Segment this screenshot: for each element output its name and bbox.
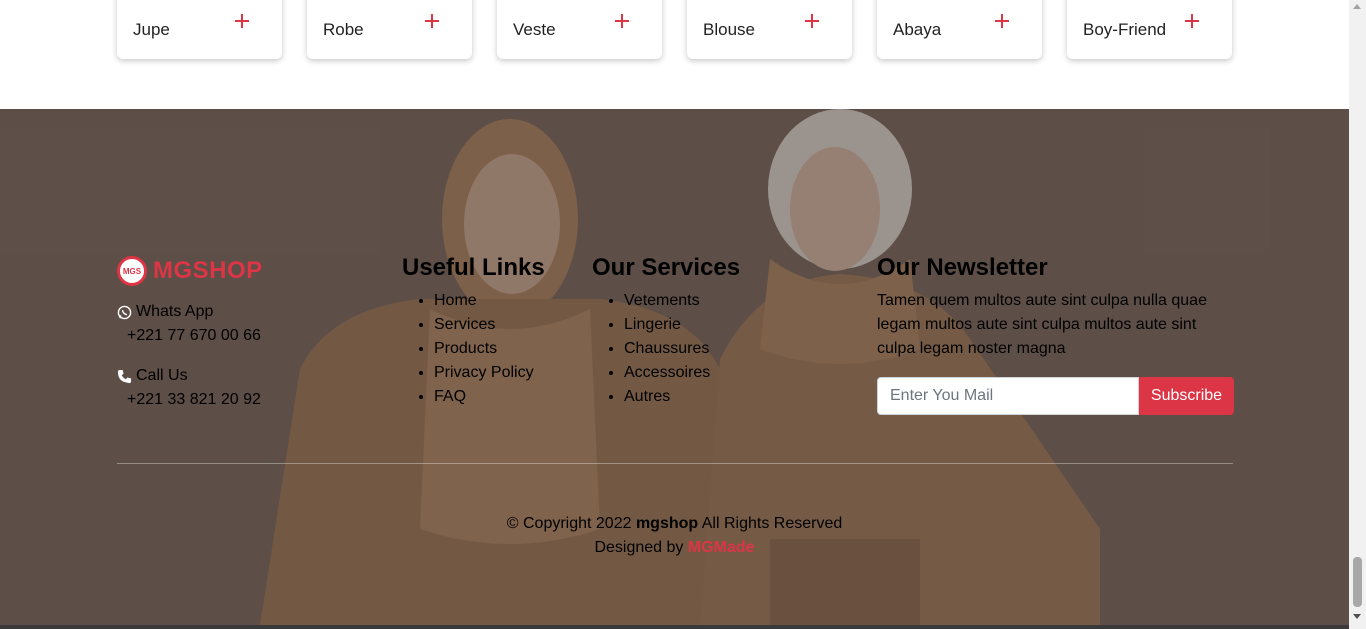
plus-icon[interactable]	[615, 14, 629, 28]
category-card-abaya[interactable]: Abaya	[877, 0, 1042, 59]
copyright-brand: mgshop	[635, 515, 699, 532]
whatsapp-icon	[117, 305, 132, 319]
category-card-robe[interactable]: Robe	[307, 0, 472, 59]
call-label: Call Us	[136, 367, 188, 384]
footer-divider	[117, 463, 1233, 464]
newsletter-form: Subscribe	[877, 377, 1234, 415]
vertical-scrollbar[interactable]	[1349, 0, 1366, 629]
our-services-title: Our Services	[592, 254, 741, 281]
plus-icon[interactable]	[805, 14, 819, 28]
copyright-suffix: All Rights Reserved	[701, 515, 843, 532]
category-label: Blouse	[703, 19, 755, 39]
category-card-blouse[interactable]: Blouse	[687, 0, 852, 59]
useful-links-title: Useful Links	[402, 254, 545, 281]
service-accessoires[interactable]: Accessoires	[624, 361, 710, 385]
logo-badge: MGS	[117, 256, 147, 286]
logo-brand: MGSHOP	[153, 257, 263, 284]
designed-by: Designed by MGMade	[0, 536, 1349, 560]
plus-icon[interactable]	[235, 14, 249, 28]
category-label: Jupe	[133, 19, 170, 39]
service-lingerie[interactable]: Lingerie	[624, 313, 710, 337]
category-label: Robe	[323, 19, 364, 39]
link-services[interactable]: Services	[434, 313, 534, 337]
category-card-boy-friend[interactable]: Boy-Friend	[1067, 0, 1232, 59]
copyright-prefix: © Copyright 2022	[506, 515, 632, 532]
category-section: Jupe Robe Veste Blouse Abaya Boy-Friend	[0, 0, 1349, 109]
service-vetements[interactable]: Vetements	[624, 289, 710, 313]
scrollbar-thumb[interactable]	[1353, 557, 1362, 607]
category-label: Veste	[513, 19, 556, 39]
whatsapp-contact: Whats App +221 77 670 00 66	[117, 300, 261, 348]
newsletter-title: Our Newsletter	[877, 254, 1048, 281]
designed-by-label: Designed by	[594, 539, 684, 556]
newsletter-text: Tamen quem multos aute sint culpa nulla …	[877, 292, 1207, 357]
plus-icon[interactable]	[995, 14, 1009, 28]
plus-icon[interactable]	[425, 14, 439, 28]
copyright: © Copyright 2022 mgshop All Rights Reser…	[0, 512, 1349, 536]
link-privacy-policy[interactable]: Privacy Policy	[434, 361, 534, 385]
designer-link[interactable]: MGMade	[688, 539, 755, 556]
service-autres[interactable]: Autres	[624, 385, 710, 409]
link-faq[interactable]: FAQ	[434, 385, 534, 409]
whatsapp-label: Whats App	[136, 303, 214, 320]
scroll-up-icon[interactable]	[1353, 4, 1361, 9]
scroll-down-icon[interactable]	[1353, 614, 1361, 619]
plus-icon[interactable]	[1185, 14, 1199, 28]
phone-icon	[117, 369, 132, 383]
service-chaussures[interactable]: Chaussures	[624, 337, 710, 361]
category-cards: Jupe Robe Veste Blouse Abaya Boy-Friend	[117, 0, 1232, 59]
category-label: Boy-Friend	[1083, 19, 1167, 39]
subscribe-button[interactable]: Subscribe	[1139, 377, 1234, 415]
whatsapp-number[interactable]: +221 77 670 00 66	[117, 324, 261, 348]
category-card-jupe[interactable]: Jupe	[117, 0, 282, 59]
bottom-strip	[0, 625, 1349, 629]
call-number[interactable]: +221 33 821 20 92	[117, 388, 261, 412]
newsletter-email-input[interactable]	[877, 377, 1139, 415]
link-home[interactable]: Home	[434, 289, 534, 313]
services-list: Vetements Lingerie Chaussures Accessoire…	[592, 289, 710, 409]
useful-links-list: Home Services Products Privacy Policy FA…	[402, 289, 534, 409]
category-label: Abaya	[893, 19, 942, 39]
link-products[interactable]: Products	[434, 337, 534, 361]
category-card-veste[interactable]: Veste	[497, 0, 662, 59]
call-contact: Call Us +221 33 821 20 92	[117, 364, 261, 412]
footer-logo[interactable]: MGS MGSHOP	[117, 256, 263, 286]
